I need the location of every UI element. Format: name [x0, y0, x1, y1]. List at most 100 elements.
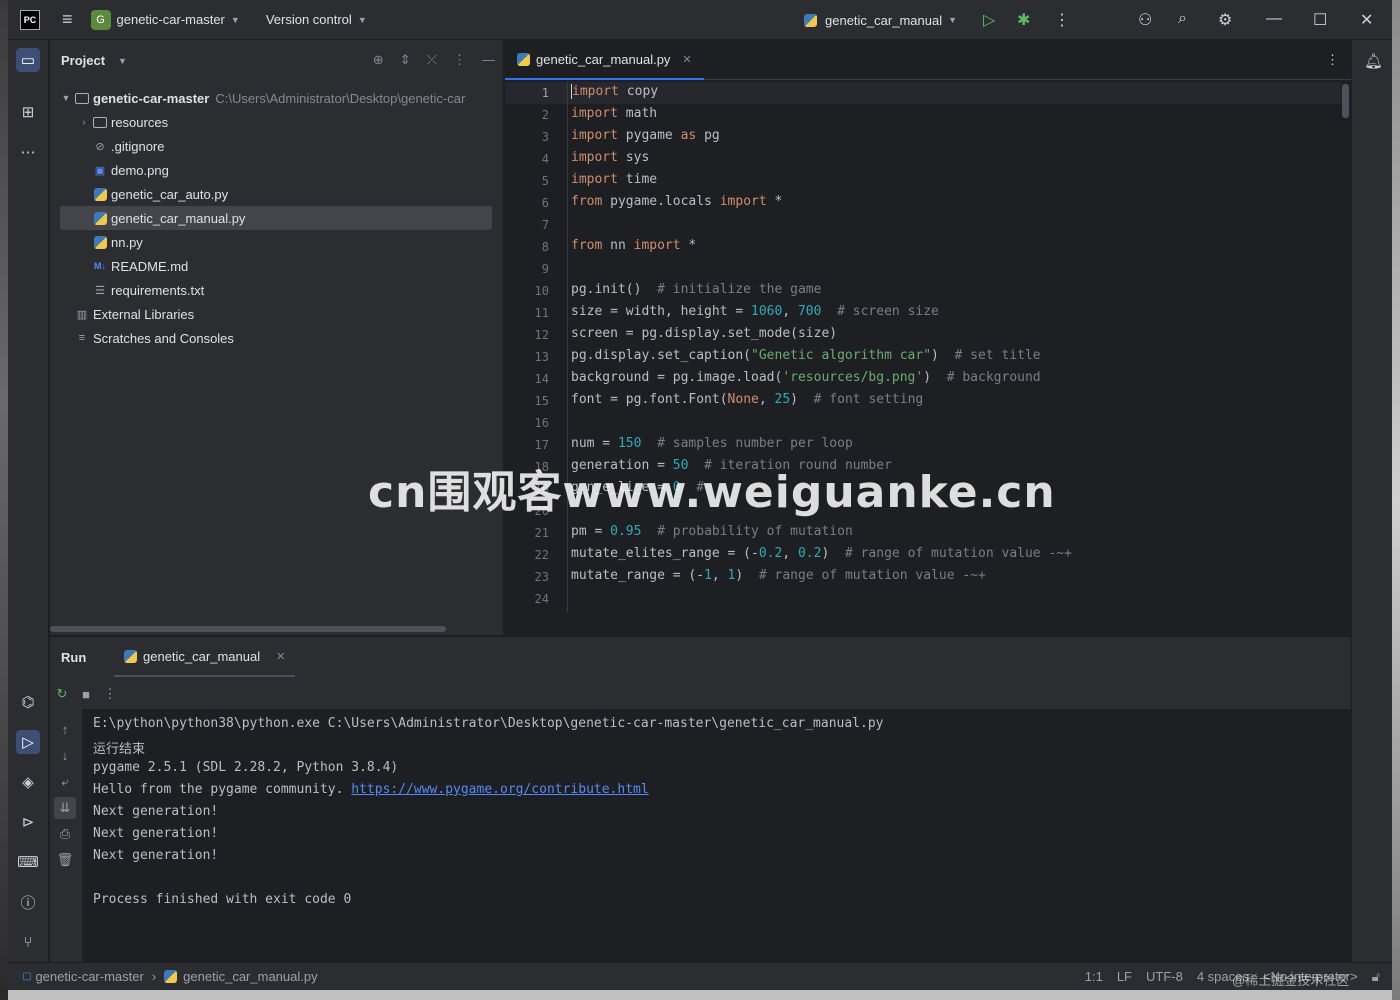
chevron-down-icon[interactable]: ▼ — [60, 93, 72, 103]
python-file-icon — [164, 970, 178, 983]
breadcrumb-project[interactable]: genetic-car-master — [35, 969, 143, 984]
scroll-down-icon[interactable]: ↓ — [54, 745, 76, 767]
code-line[interactable]: import copy — [571, 84, 658, 99]
code-line[interactable]: import time — [571, 172, 657, 187]
chevron-down-icon[interactable]: ▼ — [358, 15, 367, 25]
close-tab-icon[interactable]: ✕ — [682, 53, 691, 66]
code-editor[interactable]: 1 2 3 4 5 6 7 8 9 10 11 12 13 14 15 16 17 18 19 20 21 22 23 24 … — [505, 82, 1351, 651]
tree-item[interactable]: genetic_car_auto.py — [60, 182, 492, 206]
layers-icon[interactable]: ◈ — [16, 770, 40, 794]
main-menu-icon[interactable]: ≡ — [62, 9, 73, 30]
tree-root[interactable]: ▼ genetic-car-master C:\Users\Administra… — [60, 86, 492, 110]
code-line[interactable]: pg.init() # initialize the game — [571, 282, 821, 297]
scratches-and-consoles[interactable]: ≡ Scratches and Consoles — [60, 326, 492, 350]
chevron-down-icon[interactable]: ▼ — [948, 15, 957, 25]
tree-item[interactable]: M↓ README.md — [60, 254, 492, 278]
python-packages-icon[interactable]: ⌬ — [16, 690, 40, 714]
code-line[interactable]: num = 150 # samples number per loop — [571, 436, 853, 451]
expand-all-icon[interactable]: ⇕ — [400, 52, 411, 68]
hide-panel-icon[interactable]: — — [482, 52, 495, 68]
editor-vertical-scrollbar[interactable] — [1342, 84, 1349, 118]
run-config-label[interactable]: genetic_car_manual — [825, 13, 942, 28]
code-line[interactable]: pm = 0.95 # probability of mutation — [571, 524, 853, 539]
run-config-selector[interactable]: genetic_car_manual ▼ — [804, 0, 957, 40]
run-tool-icon[interactable]: ▷ — [16, 730, 40, 754]
stop-icon[interactable]: ■ — [74, 687, 98, 702]
console-output[interactable]: E:\python\python38\python.exe C:\Users\A… — [82, 709, 1351, 963]
pygame-contribute-link[interactable]: https://www.pygame.org/contribute.html — [351, 782, 648, 797]
run-tab-label[interactable]: genetic_car_manual — [143, 649, 260, 664]
clear-all-icon[interactable]: 🗑︎ — [54, 849, 76, 871]
project-horizontal-scrollbar[interactable] — [50, 626, 446, 632]
line-number: 9 — [541, 262, 549, 276]
tree-item[interactable]: ☰ requirements.txt — [60, 278, 492, 302]
tree-item-selected[interactable]: genetic_car_manual.py — [60, 206, 492, 230]
external-libraries[interactable]: ▥ External Libraries — [60, 302, 492, 326]
options-icon[interactable]: ⋮ — [453, 52, 466, 68]
close-run-tab-icon[interactable]: ✕ — [276, 650, 285, 663]
more-tabs-icon[interactable]: ⋮ — [1326, 52, 1339, 68]
code-line[interactable]: mutate_elites_range = (-0.2, 0.2) # rang… — [571, 546, 1072, 561]
code-line[interactable]: mutate_range = (-1, 1) # range of mutati… — [571, 568, 986, 583]
run-icon[interactable]: ▷ — [983, 10, 995, 30]
code-line[interactable]: from pygame.locals import * — [571, 194, 782, 209]
app-logo[interactable]: PC — [20, 9, 40, 30]
caret-position[interactable]: 1:1 — [1085, 969, 1103, 985]
print-icon[interactable]: ⎙ — [54, 823, 76, 845]
minimize-icon[interactable]: — — [1266, 10, 1282, 28]
chevron-down-icon[interactable]: ▼ — [231, 15, 240, 25]
run-panel-title[interactable]: Run — [61, 650, 86, 665]
tree-item[interactable]: ⊘ .gitignore — [60, 134, 492, 158]
chevron-down-icon[interactable]: ▼ — [118, 56, 127, 66]
search-icon[interactable]: ⌕ — [1178, 10, 1187, 28]
console-line-with-link: Hello from the pygame community. https:/… — [93, 782, 649, 797]
tree-item[interactable]: ▣ demo.png — [60, 158, 492, 182]
vcs-menu[interactable]: Version control — [266, 12, 352, 27]
git-branch-icon[interactable]: ⑂ — [16, 930, 40, 954]
editor-tab-label[interactable]: genetic_car_manual.py — [536, 52, 670, 67]
more-actions-icon[interactable]: ⋮ — [1054, 10, 1070, 30]
breadcrumb-file[interactable]: genetic_car_manual.py — [183, 969, 317, 984]
soft-wrap-icon[interactable]: ⤶ — [54, 771, 76, 793]
code-line[interactable]: import math — [571, 106, 657, 121]
line-separator[interactable]: LF — [1117, 969, 1132, 985]
editor-tab[interactable]: genetic_car_manual.py ✕ — [505, 40, 704, 80]
maximize-icon[interactable]: ☐ — [1313, 10, 1327, 30]
chevron-right-icon[interactable]: › — [78, 117, 90, 127]
project-panel-title[interactable]: Project — [61, 53, 105, 68]
terminal-icon[interactable]: ⌨ — [16, 850, 40, 874]
services-icon[interactable]: ⊳ — [16, 810, 40, 834]
settings-gear-icon[interactable]: ⚙ — [1218, 10, 1232, 30]
locate-file-icon[interactable]: ⊕ — [373, 52, 384, 68]
problems-icon[interactable]: ⓘ — [16, 890, 40, 914]
project-tool-icon[interactable]: ▭ — [16, 48, 40, 72]
scroll-up-icon[interactable]: ↑ — [54, 719, 76, 741]
project-badge[interactable]: G — [90, 9, 111, 30]
code-line[interactable]: background = pg.image.load('resources/bg… — [571, 370, 1041, 385]
code-line[interactable]: pg.display.set_caption("Genetic algorith… — [571, 348, 1041, 363]
file-encoding[interactable]: UTF-8 — [1146, 969, 1183, 985]
tree-item[interactable]: › resources — [60, 110, 492, 134]
collapse-all-icon[interactable]: ⤫ — [427, 52, 437, 68]
code-line[interactable]: screen = pg.display.set_mode(size) — [571, 326, 837, 341]
run-toolbar: ↻ ■ ⋮ — [50, 679, 1351, 709]
code-line[interactable]: font = pg.font.Font(None, 25) # font set… — [571, 392, 923, 407]
lock-icon[interactable]: 🔓︎ — [1372, 969, 1380, 985]
close-icon[interactable]: ✕ — [1360, 10, 1373, 30]
debug-icon[interactable]: ✱ — [1017, 10, 1030, 30]
more-tools-icon[interactable]: ⋯ — [16, 140, 40, 164]
line-number: 10 — [534, 284, 549, 298]
tree-item[interactable]: nn.py — [60, 230, 492, 254]
more-icon[interactable]: ⋮ — [98, 686, 122, 702]
add-user-icon[interactable]: ⚇ — [1138, 10, 1152, 30]
notifications-bell-icon[interactable]: 🔔︎ — [1364, 52, 1383, 70]
run-tab[interactable]: genetic_car_manual ✕ — [114, 637, 296, 677]
code-line[interactable]: import pygame as pg — [571, 128, 720, 143]
rerun-icon[interactable]: ↻ — [50, 686, 74, 702]
code-line[interactable]: size = width, height = 1060, 700 # scree… — [571, 304, 939, 319]
project-switcher[interactable]: genetic-car-master — [117, 12, 225, 27]
code-line[interactable]: import sys — [571, 150, 649, 165]
code-line[interactable]: from nn import * — [571, 238, 696, 253]
structure-tool-icon[interactable]: ⊞ — [16, 100, 40, 124]
scroll-to-end-icon[interactable]: ⇊ — [54, 797, 76, 819]
